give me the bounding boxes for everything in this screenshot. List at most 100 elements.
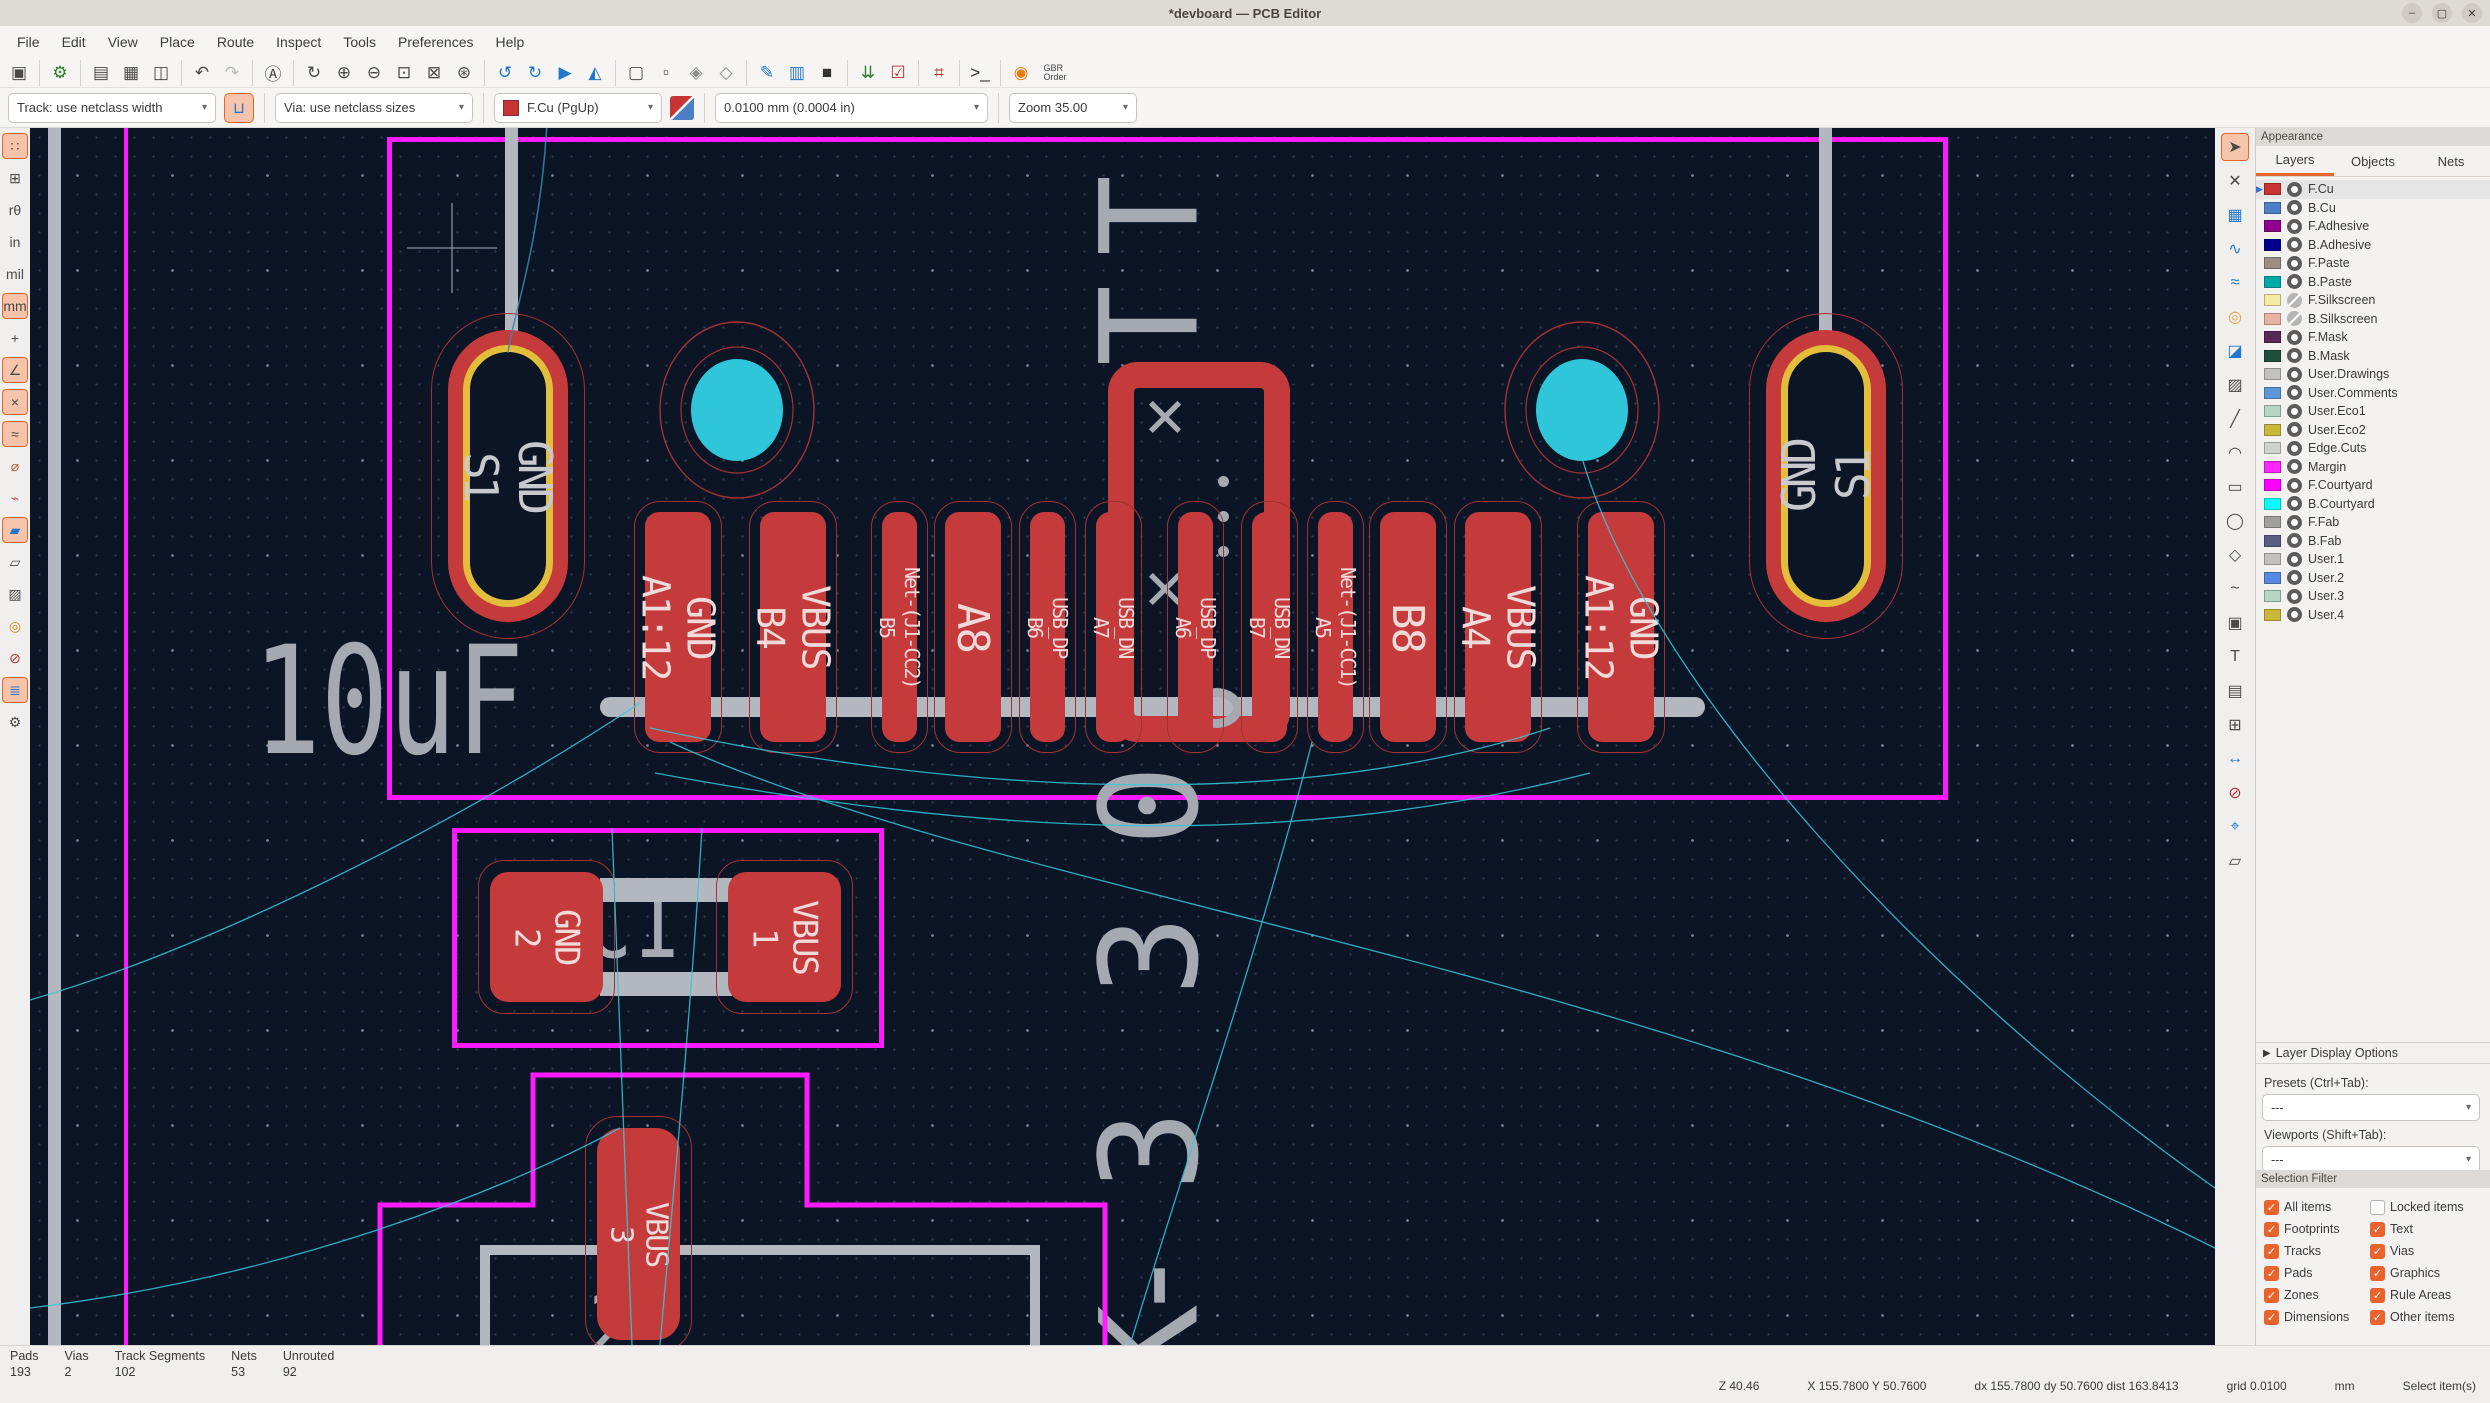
left-tool-icon[interactable]: ▰: [2, 517, 28, 543]
layer-row[interactable]: ▶ F.Mask: [2256, 328, 2490, 347]
layer-visibility-eye-icon[interactable]: [2287, 515, 2302, 530]
left-tool-icon[interactable]: ∷: [2, 133, 28, 159]
copper-track-vertical[interactable]: [48, 128, 61, 1345]
layer-color-swatch[interactable]: [2264, 516, 2281, 528]
viewports-select[interactable]: ---▾: [2262, 1146, 2480, 1173]
selection-filter-item[interactable]: ✓ Other items: [2370, 1310, 2482, 1325]
layer-color-swatch[interactable]: [2264, 590, 2281, 602]
layer-row[interactable]: ▶ B.Courtyard: [2256, 495, 2490, 514]
mounting-hole-left[interactable]: [691, 359, 783, 461]
right-tool-icon[interactable]: ⊘: [2221, 779, 2249, 807]
layer-visibility-eye-icon[interactable]: [2287, 274, 2302, 289]
layer-visibility-eye-icon[interactable]: [2287, 256, 2302, 271]
toolbar-icon[interactable]: ⊛: [449, 60, 479, 86]
layer-color-swatch[interactable]: [2264, 442, 2281, 454]
layer-color-swatch[interactable]: [2264, 498, 2281, 510]
left-tool-icon[interactable]: in: [2, 229, 28, 255]
toolbar-icon[interactable]: ⊕: [329, 60, 359, 86]
layer-visibility-eye-icon[interactable]: [2287, 570, 2302, 585]
layer-row[interactable]: ▶ B.Mask: [2256, 347, 2490, 366]
left-tool-icon[interactable]: ⚙: [2, 709, 28, 735]
toolbar-icon[interactable]: ◭: [580, 60, 610, 86]
right-tool-icon[interactable]: ◪: [2221, 337, 2249, 365]
checkbox[interactable]: ✓: [2370, 1266, 2385, 1281]
layer-color-swatch[interactable]: [2264, 239, 2281, 251]
layer-display-options[interactable]: ▶ Layer Display Options: [2256, 1042, 2490, 1064]
right-tool-icon[interactable]: ~: [2221, 575, 2249, 603]
left-tool-icon[interactable]: ≈: [2, 421, 28, 447]
layer-visibility-eye-icon[interactable]: [2287, 385, 2302, 400]
auto-track-width-toggle[interactable]: ⊔: [224, 93, 254, 123]
menu-item[interactable]: Place: [149, 34, 206, 50]
layer-color-swatch[interactable]: [2264, 350, 2281, 362]
toolbar-icon[interactable]: ▢: [615, 60, 651, 86]
appearance-tab[interactable]: Layers: [2256, 146, 2334, 176]
selection-filter-item[interactable]: ✓ Footprints: [2264, 1222, 2370, 1237]
copper-track-vertical[interactable]: [1819, 128, 1832, 343]
right-tool-icon[interactable]: T: [2221, 643, 2249, 671]
connector-pad[interactable]: B5 Net-(J1-CC2): [882, 512, 917, 742]
layer-visibility-eye-icon[interactable]: [2287, 330, 2302, 345]
toolbar-icon[interactable]: ☑: [883, 60, 913, 86]
capacitor-pad[interactable]: 2 GND: [490, 872, 603, 1002]
toolbar-icon[interactable]: ▣: [4, 60, 34, 86]
checkbox[interactable]: ✓: [2370, 1288, 2385, 1303]
layer-row[interactable]: ▶ User.Comments: [2256, 384, 2490, 403]
layer-visibility-eye-icon[interactable]: [2287, 219, 2302, 234]
toolbar-icon[interactable]: ◉: [1000, 60, 1036, 86]
layer-pair-toggle[interactable]: [670, 96, 694, 120]
mounting-hole-right[interactable]: [1536, 359, 1628, 461]
selection-filter-item[interactable]: ✓ Tracks: [2264, 1244, 2370, 1259]
right-tool-icon[interactable]: ≈: [2221, 269, 2249, 297]
right-tool-icon[interactable]: ◇: [2221, 541, 2249, 569]
menu-item[interactable]: File: [6, 34, 51, 50]
layer-row[interactable]: ▶ User.2: [2256, 569, 2490, 588]
layer-row[interactable]: ▶ User.Drawings: [2256, 365, 2490, 384]
layer-row[interactable]: ▶ F.Adhesive: [2256, 217, 2490, 236]
layer-row[interactable]: ▶ User.Eco2: [2256, 421, 2490, 440]
selection-filter-item[interactable]: ✓ Dimensions: [2264, 1310, 2370, 1325]
layer-row[interactable]: ▶ B.Paste: [2256, 273, 2490, 292]
left-tool-icon[interactable]: mil: [2, 261, 28, 287]
right-tool-icon[interactable]: ◎: [2221, 303, 2249, 331]
right-tool-icon[interactable]: ∿: [2221, 235, 2249, 263]
left-tool-icon[interactable]: rθ: [2, 197, 28, 223]
left-tool-icon[interactable]: ⌀: [2, 453, 28, 479]
checkbox[interactable]: ✓: [2264, 1266, 2279, 1281]
appearance-tab[interactable]: Objects: [2334, 146, 2412, 176]
left-tool-icon[interactable]: +: [2, 325, 28, 351]
connector-pad[interactable]: A8: [945, 512, 1001, 742]
toolbar-icon[interactable]: ↷: [217, 60, 247, 86]
right-tool-icon[interactable]: ▤: [2221, 677, 2249, 705]
selection-filter-item[interactable]: ✓ Zones: [2264, 1288, 2370, 1303]
toolbar-icon[interactable]: GBR Order: [1036, 60, 1074, 86]
layer-row[interactable]: ▶ F.Cu: [2256, 180, 2490, 199]
connector-pad[interactable]: A7 USB_DN: [1096, 512, 1131, 742]
left-tool-icon[interactable]: ×: [2, 389, 28, 415]
toolbar-icon[interactable]: ⌗: [918, 60, 954, 86]
connector-pad[interactable]: A1:12 GND: [645, 512, 711, 742]
menu-item[interactable]: View: [97, 34, 149, 50]
right-tool-icon[interactable]: ⌖: [2221, 813, 2249, 841]
layer-color-swatch[interactable]: [2264, 387, 2281, 399]
toolbar-icon[interactable]: ■: [812, 60, 842, 86]
layer-color-swatch[interactable]: [2264, 220, 2281, 232]
layer-visibility-eye-icon[interactable]: [2287, 404, 2302, 419]
checkbox[interactable]: [2370, 1200, 2385, 1215]
checkbox[interactable]: ✓: [2264, 1222, 2279, 1237]
s1-shield-pad-right[interactable]: S1 GND: [1766, 330, 1886, 622]
layer-row[interactable]: ▶ User.1: [2256, 550, 2490, 569]
checkbox[interactable]: ✓: [2370, 1310, 2385, 1325]
grid-select[interactable]: 0.0100 mm (0.0004 in)▾: [715, 93, 988, 123]
layer-color-swatch[interactable]: [2264, 424, 2281, 436]
layer-row[interactable]: ▶ B.Cu: [2256, 199, 2490, 218]
selection-filter-item[interactable]: ✓ All items: [2264, 1200, 2370, 1215]
connector-pad[interactable]: B6 USB_DP: [1030, 512, 1065, 742]
layer-color-swatch[interactable]: [2264, 553, 2281, 565]
left-tool-icon[interactable]: ≣: [2, 677, 28, 703]
fab-text-glyph[interactable]: 3: [1083, 876, 1218, 1036]
window-button[interactable]: ▢: [2432, 3, 2452, 23]
window-button[interactable]: ✕: [2462, 3, 2482, 23]
via-size-select[interactable]: Via: use netclass sizes▾: [275, 93, 473, 123]
layer-row[interactable]: ▶ F.Silkscreen: [2256, 291, 2490, 310]
